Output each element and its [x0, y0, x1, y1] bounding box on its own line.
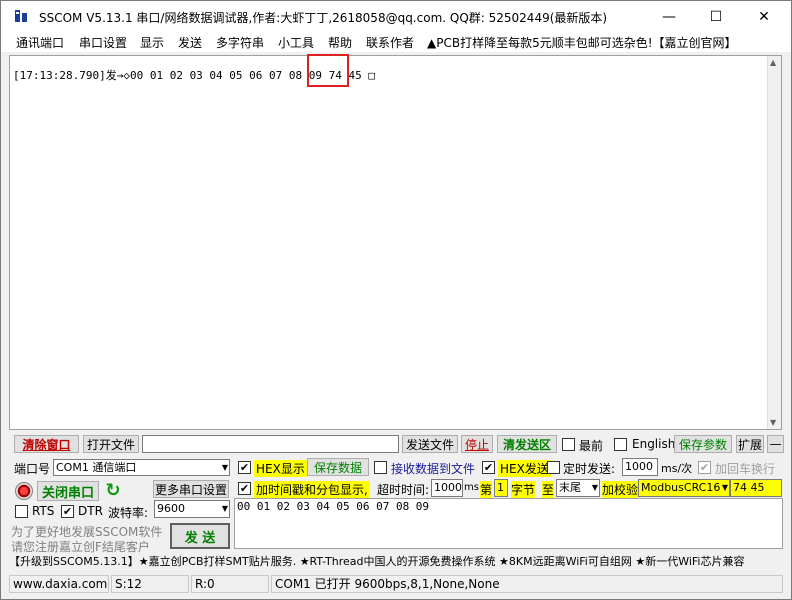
english-label: English [632, 437, 676, 451]
chevron-down-icon: ▼ [721, 483, 728, 492]
more-port-settings-button[interactable]: 更多串口设置 [153, 480, 229, 498]
menu-multi-string[interactable]: 多字符串 [216, 34, 264, 51]
menu-serial-settings[interactable]: 串口设置 [79, 34, 127, 51]
add-crlf-checkbox[interactable]: ✔ [698, 461, 711, 474]
port-value: COM1 通信端口 [56, 461, 137, 474]
menu-bar: 通讯端口 串口设置 显示 发送 多字符串 小工具 帮助 联系作者 ▲PCB打样降… [1, 32, 791, 52]
sent-count: S:12 [111, 575, 189, 593]
timed-interval-input[interactable]: 1000 [622, 458, 658, 476]
receive-scrollbar[interactable]: ▲ ▼ [767, 56, 781, 429]
recv-to-file-label: 接收数据到文件 [391, 462, 476, 476]
add-crlf-label: 加回车换行 [715, 462, 776, 476]
checksum-label: 加校验 [602, 481, 639, 498]
save-data-button[interactable]: 保存数据 [307, 458, 369, 476]
ticker-text[interactable]: 【升级到SSCOM5.13.1】★嘉立创PCB打样SMT贴片服务. ★RT-Th… [9, 553, 783, 571]
timestamp-label: 加时间戳和分包显示, [254, 481, 370, 498]
scroll-up-icon[interactable]: ▲ [770, 58, 776, 67]
minimize-button[interactable]: — [646, 1, 692, 32]
close-button[interactable]: ✕ [741, 1, 787, 32]
checksum-highlight-box [307, 54, 349, 87]
close-port-button[interactable]: 关闭串口 [37, 481, 99, 501]
rts-checkbox[interactable] [15, 505, 28, 518]
hex-send-label: HEX发送 [498, 460, 551, 477]
collapse-button[interactable]: — [767, 435, 784, 453]
hex-display-label: HEX显示 [254, 460, 307, 477]
port-status: COM1 已打开 9600bps,8,1,None,None [271, 575, 783, 593]
timeout-unit-label: ms [464, 482, 479, 493]
hex-display-checkbox[interactable]: ✔ [238, 461, 251, 474]
port-select[interactable]: COM1 通信端口 ▼ [53, 459, 230, 476]
baud-value: 9600 [157, 502, 185, 515]
recv-to-file-checkbox[interactable] [374, 461, 387, 474]
english-checkbox[interactable] [614, 438, 627, 451]
byte-prefix-label: 第 [480, 481, 493, 498]
timeout-input[interactable]: 1000 [431, 479, 463, 497]
send-textarea[interactable]: 00 01 02 03 04 05 06 07 08 09 [234, 498, 783, 549]
topmost-label: 最前 [579, 439, 604, 453]
menu-display[interactable]: 显示 [140, 34, 164, 51]
menu-send[interactable]: 发送 [178, 34, 202, 51]
baud-label: 波特率: [108, 506, 149, 520]
topmost-checkbox[interactable] [562, 438, 575, 451]
timeout-label: 超时时间: [377, 483, 430, 497]
to-label: 至 [542, 481, 555, 498]
byte-index-input[interactable]: 1 [494, 479, 508, 497]
to-select[interactable]: 末尾 ▼ [556, 479, 600, 497]
menu-help[interactable]: 帮助 [328, 34, 352, 51]
menu-contact-author[interactable]: 联系作者 [366, 34, 414, 51]
received-count: R:0 [191, 575, 269, 593]
close-icon: ✕ [758, 8, 770, 25]
send-text: 00 01 02 03 04 05 06 07 08 09 [237, 500, 430, 513]
checksum-result-field: 74 45 [730, 479, 782, 497]
receive-area[interactable]: [17:13:28.790]发→◇00 01 02 03 04 05 06 07… [9, 55, 782, 430]
website-link[interactable]: www.daxia.com [9, 575, 109, 593]
hex-send-checkbox[interactable]: ✔ [482, 461, 495, 474]
chevron-down-icon: ▼ [221, 463, 228, 472]
refresh-icon[interactable]: ↻ [104, 482, 122, 500]
byte-suffix-label: 字节 [511, 481, 536, 498]
maximize-button[interactable]: ☐ [693, 1, 739, 32]
sscom-window: SSCOM V5.13.1 串口/网络数据调试器,作者:大虾丁丁,2618058… [0, 0, 792, 600]
menu-comm-port[interactable]: 通讯端口 [16, 34, 64, 51]
title-bar: SSCOM V5.13.1 串口/网络数据调试器,作者:大虾丁丁,2618058… [1, 1, 791, 32]
app-icon [15, 10, 27, 22]
to-value: 末尾 [559, 481, 581, 494]
menu-pcb-ad[interactable]: ▲PCB打样降至每款5元顺丰包邮可选杂色!【嘉立创官网】 [427, 34, 737, 51]
port-label: 端口号 [14, 462, 51, 476]
open-file-button[interactable]: 打开文件 [83, 435, 139, 453]
file-path-input[interactable] [142, 435, 399, 453]
timed-send-checkbox[interactable] [547, 461, 560, 474]
timestamp-checkbox[interactable]: ✔ [238, 482, 251, 495]
send-file-button[interactable]: 发送文件 [402, 435, 458, 453]
save-params-button[interactable]: 保存参数 [674, 435, 732, 453]
checksum-select[interactable]: ModbusCRC16 ▼ [638, 479, 730, 497]
status-light-icon [15, 482, 33, 500]
timed-send-label: 定时发送: [563, 462, 616, 476]
expand-button[interactable]: 扩展 [736, 435, 764, 453]
maximize-icon: ☐ [709, 8, 723, 25]
window-title: SSCOM V5.13.1 串口/网络数据调试器,作者:大虾丁丁,2618058… [39, 11, 608, 25]
rts-label: RTS [32, 504, 55, 518]
scroll-down-icon[interactable]: ▼ [770, 418, 776, 427]
chevron-down-icon: ▼ [221, 504, 228, 513]
stop-button[interactable]: 停止 [461, 435, 493, 453]
dtr-label: DTR [78, 504, 103, 518]
timed-unit-label: ms/次 [661, 462, 693, 475]
dtr-checkbox[interactable]: ✔ [61, 505, 74, 518]
clear-send-button[interactable]: 清发送区 [497, 435, 557, 453]
menu-tools[interactable]: 小工具 [278, 34, 314, 51]
clear-window-button[interactable]: 清除窗口 [14, 435, 79, 453]
minimize-icon: — [662, 8, 676, 25]
chevron-down-icon: ▼ [591, 483, 598, 492]
status-bar: www.daxia.com S:12 R:0 COM1 已打开 9600bps,… [1, 573, 791, 595]
send-button[interactable]: 发 送 [170, 523, 230, 549]
baud-select[interactable]: 9600 ▼ [154, 500, 230, 518]
checksum-value: ModbusCRC16 [641, 481, 721, 494]
